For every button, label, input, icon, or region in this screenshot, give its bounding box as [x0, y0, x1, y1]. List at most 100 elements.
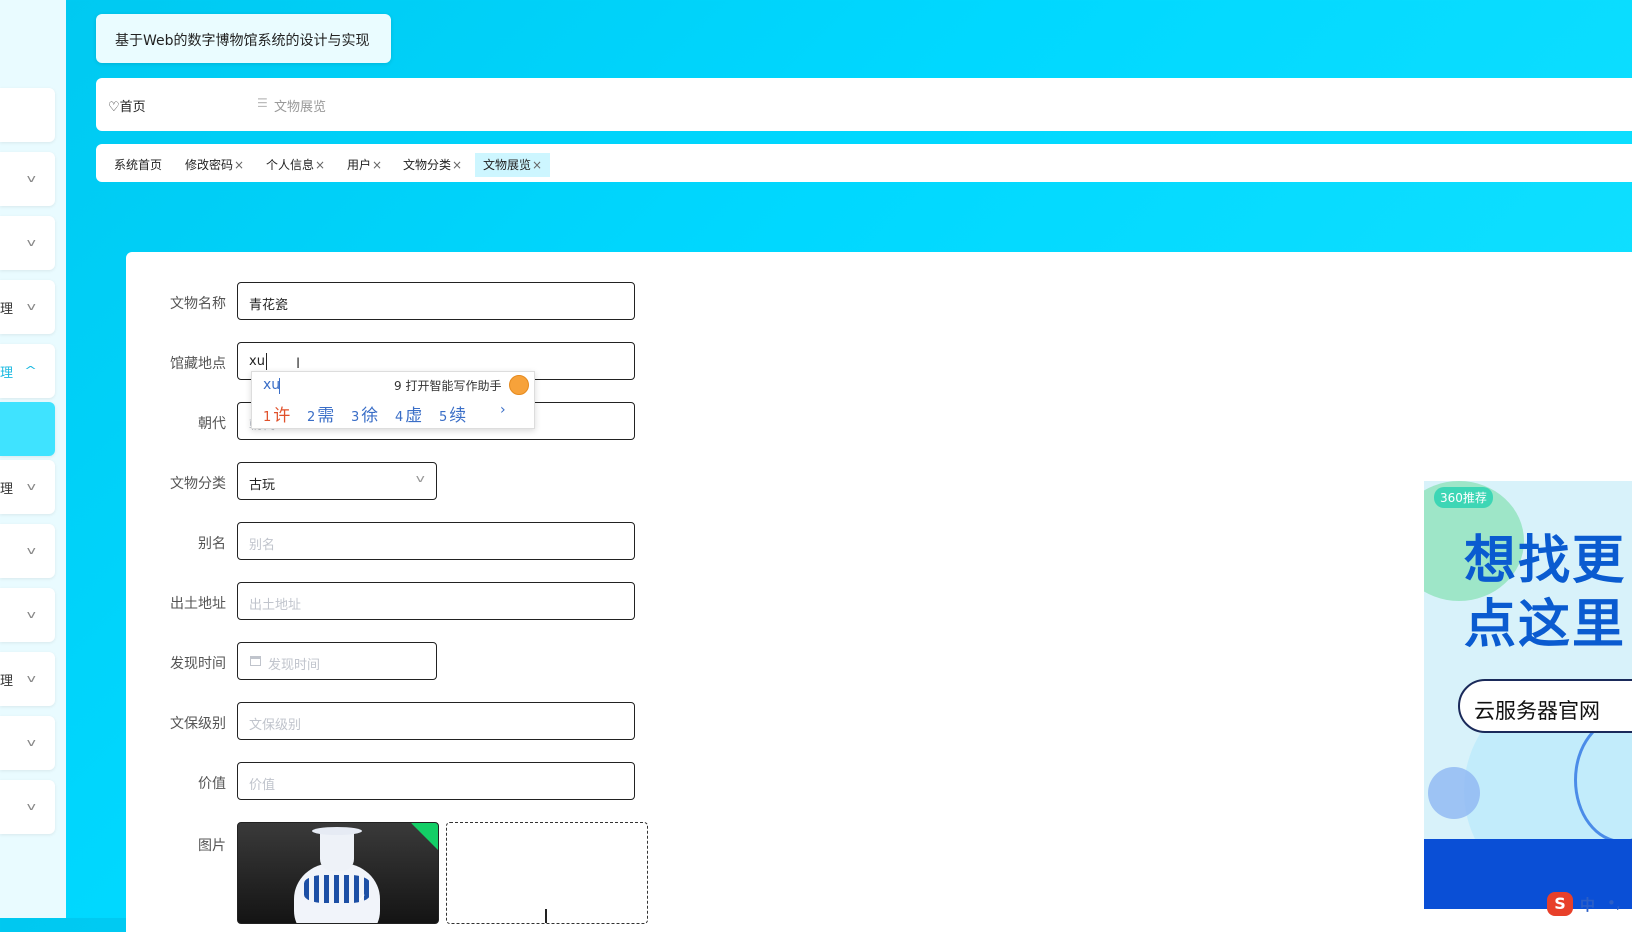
name-input[interactable]: 青花瓷 — [237, 282, 635, 320]
candidate-char: 徐 — [361, 406, 379, 426]
tab-profile[interactable]: 个人信息× — [264, 153, 327, 177]
sidebar-item-label: 理 — [0, 482, 14, 497]
ime-candidate[interactable]: 3徐 — [351, 401, 378, 426]
sidebar-item-label: 理 — [0, 674, 14, 689]
sogou-logo-icon[interactable]: S — [1547, 892, 1573, 916]
alias-input[interactable]: 别名 — [237, 522, 635, 560]
plus-icon — [545, 909, 547, 923]
ime-language-toggle[interactable]: 中 — [1580, 894, 1595, 915]
ime-candidate[interactable]: 5续 — [439, 401, 466, 426]
dynasty-label: 朝代 — [198, 416, 226, 432]
ad-cta-button[interactable]: 云服务器官网 — [1458, 679, 1632, 733]
breadcrumb-home[interactable]: ♡首页 — [108, 96, 146, 115]
upload-success-badge — [411, 823, 438, 852]
sidebar-item-label: 理 — [0, 366, 14, 381]
vase-neck — [320, 831, 354, 871]
chevron-right-icon[interactable]: › — [500, 402, 506, 418]
text-caret — [266, 353, 267, 370]
tab-relic-category[interactable]: 文物分类× — [401, 153, 464, 177]
category-value: 古玩 — [249, 478, 276, 493]
chevron-down-icon: v — [27, 736, 37, 749]
sidebar-item-3[interactable]: v — [0, 216, 55, 270]
breadcrumb-current: 文物展览 — [274, 100, 327, 115]
found-time-label: 发现时间 — [170, 656, 226, 672]
tab-change-password[interactable]: 修改密码× — [183, 153, 246, 177]
uploaded-image-thumbnail[interactable]: ✓ — [237, 822, 439, 924]
sidebar-item-5[interactable]: 理 ^ — [0, 344, 55, 398]
close-icon[interactable]: × — [372, 158, 382, 172]
level-label: 文保级别 — [170, 716, 226, 732]
app-title: 基于Web的数字博物馆系统的设计与实现 — [115, 33, 370, 49]
alias-placeholder: 别名 — [249, 538, 276, 553]
close-icon[interactable]: × — [234, 158, 244, 172]
candidate-char: 需 — [317, 406, 335, 426]
level-input[interactable]: 文保级别 — [237, 702, 635, 740]
chevron-down-icon: v — [27, 172, 37, 185]
tab-relic-exhibition[interactable]: 文物展览× — [475, 153, 551, 177]
tab-label: 用户 — [347, 158, 372, 172]
name-label: 文物名称 — [170, 296, 226, 312]
ime-assistant-link[interactable]: 9 打开智能写作助手 — [394, 377, 501, 394]
tags-view: 系统首页 修改密码× 个人信息× 用户× 文物分类× 文物展览× — [96, 144, 1632, 182]
breadcrumb: ♡首页 ☰ 文物展览 — [96, 78, 1632, 131]
origin-input[interactable]: 出土地址 — [237, 582, 635, 620]
calendar-icon — [250, 656, 261, 666]
ad-headline: 想找更 点这里 — [1464, 529, 1626, 657]
sidebar: v v 理 v 理 ^ 理 v v v 理 v v v — [0, 0, 66, 918]
tab-label: 文物分类 — [403, 158, 452, 172]
value-input[interactable]: 价值 — [237, 762, 635, 800]
sidebar-item-4[interactable]: 理 v — [0, 280, 55, 334]
chevron-down-icon: v — [27, 300, 37, 313]
tab-users[interactable]: 用户× — [345, 153, 384, 177]
tab-label: 修改密码 — [185, 158, 234, 172]
close-icon[interactable]: × — [315, 158, 325, 172]
sidebar-item-11[interactable]: v — [0, 780, 55, 834]
ime-candidate[interactable]: 1许 — [263, 401, 290, 426]
ad-headline-line2: 点这里 — [1464, 595, 1627, 655]
sidebar-item-7[interactable]: v — [0, 524, 55, 578]
chevron-up-icon: ^ — [23, 364, 37, 377]
close-icon[interactable]: × — [452, 158, 462, 172]
level-placeholder: 文保级别 — [249, 718, 302, 733]
chevron-down-icon: v — [416, 472, 426, 485]
ime-candidate[interactable]: 4虚 — [395, 401, 422, 426]
ad-cta-label: 云服务器官网 — [1474, 699, 1600, 723]
ad-headline-line1: 想找更 — [1464, 531, 1627, 591]
ad-popup[interactable]: 360推荐 想找更 点这里 云服务器官网 — [1424, 481, 1632, 909]
ime-punctuation-toggle[interactable]: •, — [1607, 894, 1621, 912]
sidebar-item-10[interactable]: v — [0, 716, 55, 770]
location-label: 馆藏地点 — [170, 356, 226, 372]
ibeam-cursor-icon: I — [296, 356, 301, 372]
candidate-char: 续 — [449, 406, 467, 426]
category-select[interactable]: 古玩 v — [237, 462, 437, 500]
sidebar-item-9[interactable]: 理 v — [0, 652, 55, 706]
sidebar-item-label: 理 — [0, 302, 14, 317]
category-label: 文物分类 — [170, 476, 226, 492]
value-placeholder: 价值 — [249, 778, 276, 793]
name-value: 青花瓷 — [249, 298, 289, 313]
found-time-picker[interactable]: 发现时间 — [237, 642, 437, 680]
candidate-number: 3 — [351, 410, 360, 425]
chevron-down-icon: v — [27, 236, 37, 249]
sogou-mascot-icon[interactable] — [509, 375, 529, 395]
candidate-number: 1 — [263, 410, 272, 425]
tab-home[interactable]: 系统首页 — [112, 153, 164, 177]
vase-lip — [312, 827, 362, 835]
sidebar-subitem-active[interactable] — [0, 402, 55, 456]
found-time-placeholder: 发现时间 — [268, 658, 321, 673]
tab-label: 文物展览 — [483, 158, 532, 172]
ime-status-bar[interactable]: S 中 •, — [1547, 890, 1632, 918]
ime-candidate[interactable]: 2需 — [307, 401, 334, 426]
tab-label: 个人信息 — [266, 158, 315, 172]
chevron-down-icon: v — [27, 480, 37, 493]
check-icon: ✓ — [358, 893, 367, 904]
sidebar-item-2[interactable]: v — [0, 152, 55, 206]
close-icon[interactable]: × — [532, 158, 542, 172]
sidebar-item-8[interactable]: v — [0, 588, 55, 642]
upload-button[interactable] — [446, 822, 648, 924]
ad-decoration — [1428, 767, 1480, 819]
tab-label: 系统首页 — [114, 158, 163, 172]
sidebar-item-1[interactable] — [0, 88, 55, 142]
sidebar-item-6[interactable]: 理 v — [0, 460, 55, 514]
location-value: xu — [249, 354, 265, 369]
